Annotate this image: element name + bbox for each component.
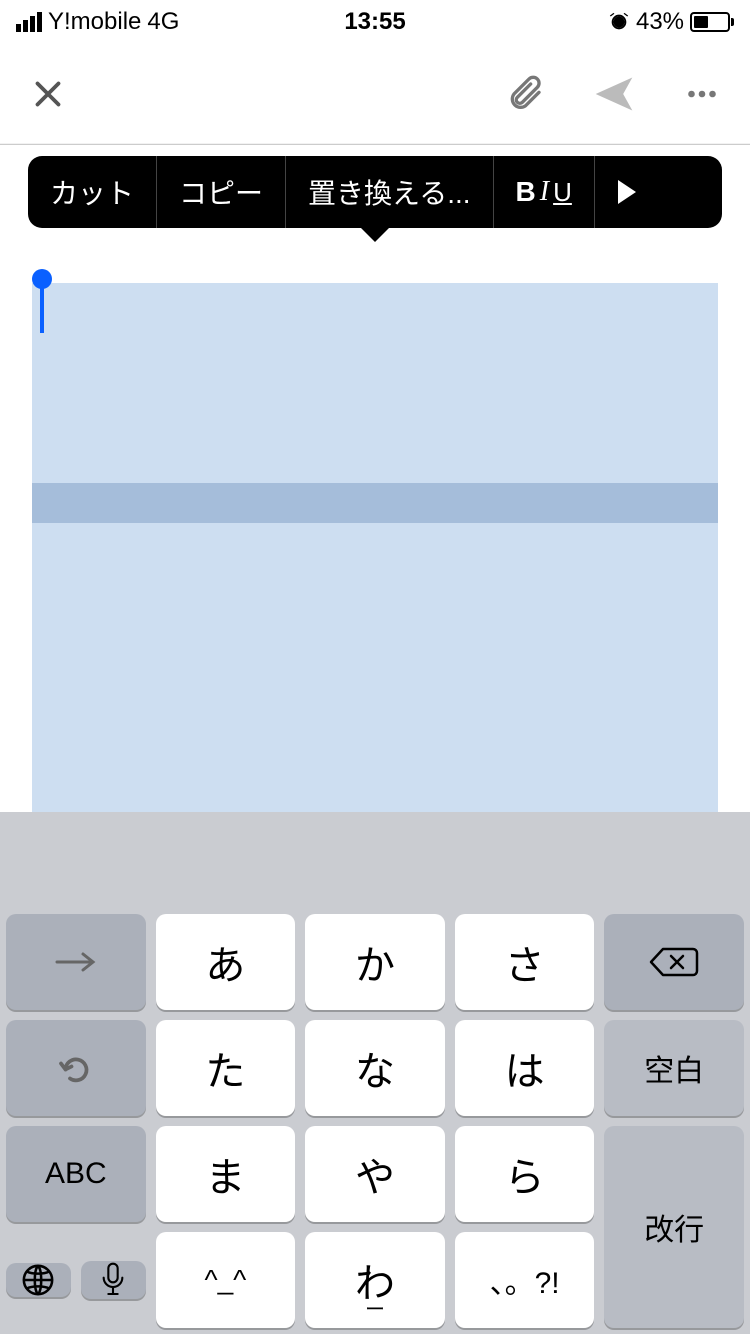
chevron-right-icon: [617, 180, 637, 204]
key-next-candidate[interactable]: [6, 914, 146, 1010]
backspace-icon: [649, 945, 699, 979]
selection-caret: [40, 287, 44, 333]
key-ma[interactable]: ま: [156, 1126, 296, 1222]
menu-next-button[interactable]: [595, 156, 659, 228]
key-ya[interactable]: や: [305, 1126, 445, 1222]
status-time: 13:55: [344, 8, 405, 36]
key-space[interactable]: 空白: [604, 1020, 744, 1116]
more-button[interactable]: [684, 76, 720, 112]
key-ra[interactable]: ら: [455, 1126, 595, 1222]
key-undo[interactable]: [6, 1020, 146, 1116]
key-backspace[interactable]: [604, 914, 744, 1010]
biu-menu-item[interactable]: B I U: [494, 156, 595, 228]
key-ta[interactable]: た: [156, 1020, 296, 1116]
arrow-right-icon: [51, 950, 101, 974]
key-na[interactable]: な: [305, 1020, 445, 1116]
selection-handle-icon[interactable]: [32, 269, 52, 289]
compose-body[interactable]: [32, 283, 718, 817]
attach-button[interactable]: [504, 74, 544, 114]
key-globe[interactable]: [6, 1263, 71, 1297]
key-mic[interactable]: [81, 1261, 146, 1299]
key-sa[interactable]: さ: [455, 914, 595, 1010]
copy-menu-item[interactable]: コピー: [157, 156, 286, 228]
close-button[interactable]: [30, 76, 66, 112]
nav-bar: [0, 44, 750, 144]
battery-pct: 43%: [636, 8, 684, 36]
underline-icon: U: [553, 177, 572, 208]
paperclip-icon: [504, 74, 544, 114]
compose-area: [0, 144, 750, 817]
undo-icon: [58, 1050, 94, 1086]
bold-icon: B: [516, 176, 536, 208]
key-a[interactable]: あ: [156, 914, 296, 1010]
network-label: 4G: [147, 8, 179, 36]
key-punct[interactable]: 、。?!: [455, 1232, 595, 1328]
status-left: Y!mobile 4G: [16, 8, 344, 36]
send-icon: [592, 72, 636, 116]
globe-icon: [21, 1263, 55, 1297]
replace-menu-item[interactable]: 置き換える...: [286, 156, 494, 228]
close-icon: [30, 76, 66, 112]
key-wa-sub: ー: [365, 1293, 385, 1322]
carrier-label: Y!mobile: [48, 8, 141, 36]
alarm-icon: [608, 11, 630, 33]
status-bar: Y!mobile 4G 13:55 43%: [0, 0, 750, 44]
cut-menu-item[interactable]: カット: [28, 156, 157, 228]
status-right: 43%: [406, 8, 734, 36]
italic-icon: I: [540, 176, 549, 208]
key-ha[interactable]: は: [455, 1020, 595, 1116]
selection-highlight: [32, 483, 718, 523]
key-globe-mic-group: [6, 1232, 146, 1328]
text-context-menu: カット コピー 置き換える... B I U: [28, 156, 722, 228]
battery-icon: [690, 12, 734, 32]
key-ka[interactable]: か: [305, 914, 445, 1010]
send-button[interactable]: [592, 72, 636, 116]
more-icon: [684, 76, 720, 112]
key-emoji[interactable]: ^_^: [156, 1232, 296, 1328]
key-enter[interactable]: 改行: [604, 1126, 744, 1328]
signal-icon: [16, 12, 42, 32]
keyboard: あ か さ た な は 空白 ABC ま や ら 改行 ^_^ わ ー 、。?!: [0, 812, 750, 1334]
key-wa[interactable]: わ ー: [305, 1232, 445, 1328]
key-abc[interactable]: ABC: [6, 1126, 146, 1222]
mic-icon: [99, 1261, 127, 1299]
